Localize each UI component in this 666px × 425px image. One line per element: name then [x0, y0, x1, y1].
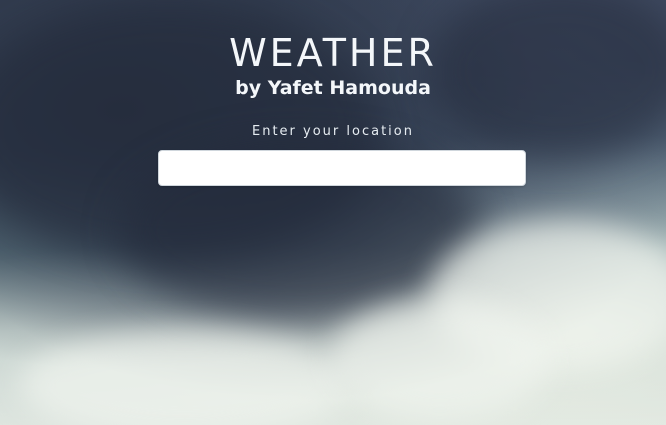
location-input[interactable] [158, 150, 526, 186]
app-title: WEATHER [229, 31, 437, 75]
light-cloud [330, 300, 550, 420]
light-cloud [20, 330, 350, 425]
location-label: Enter your location [252, 124, 414, 139]
author-byline: by Yafet Hamouda [235, 77, 431, 99]
app-header: WEATHER by Yafet Hamouda [0, 30, 666, 100]
